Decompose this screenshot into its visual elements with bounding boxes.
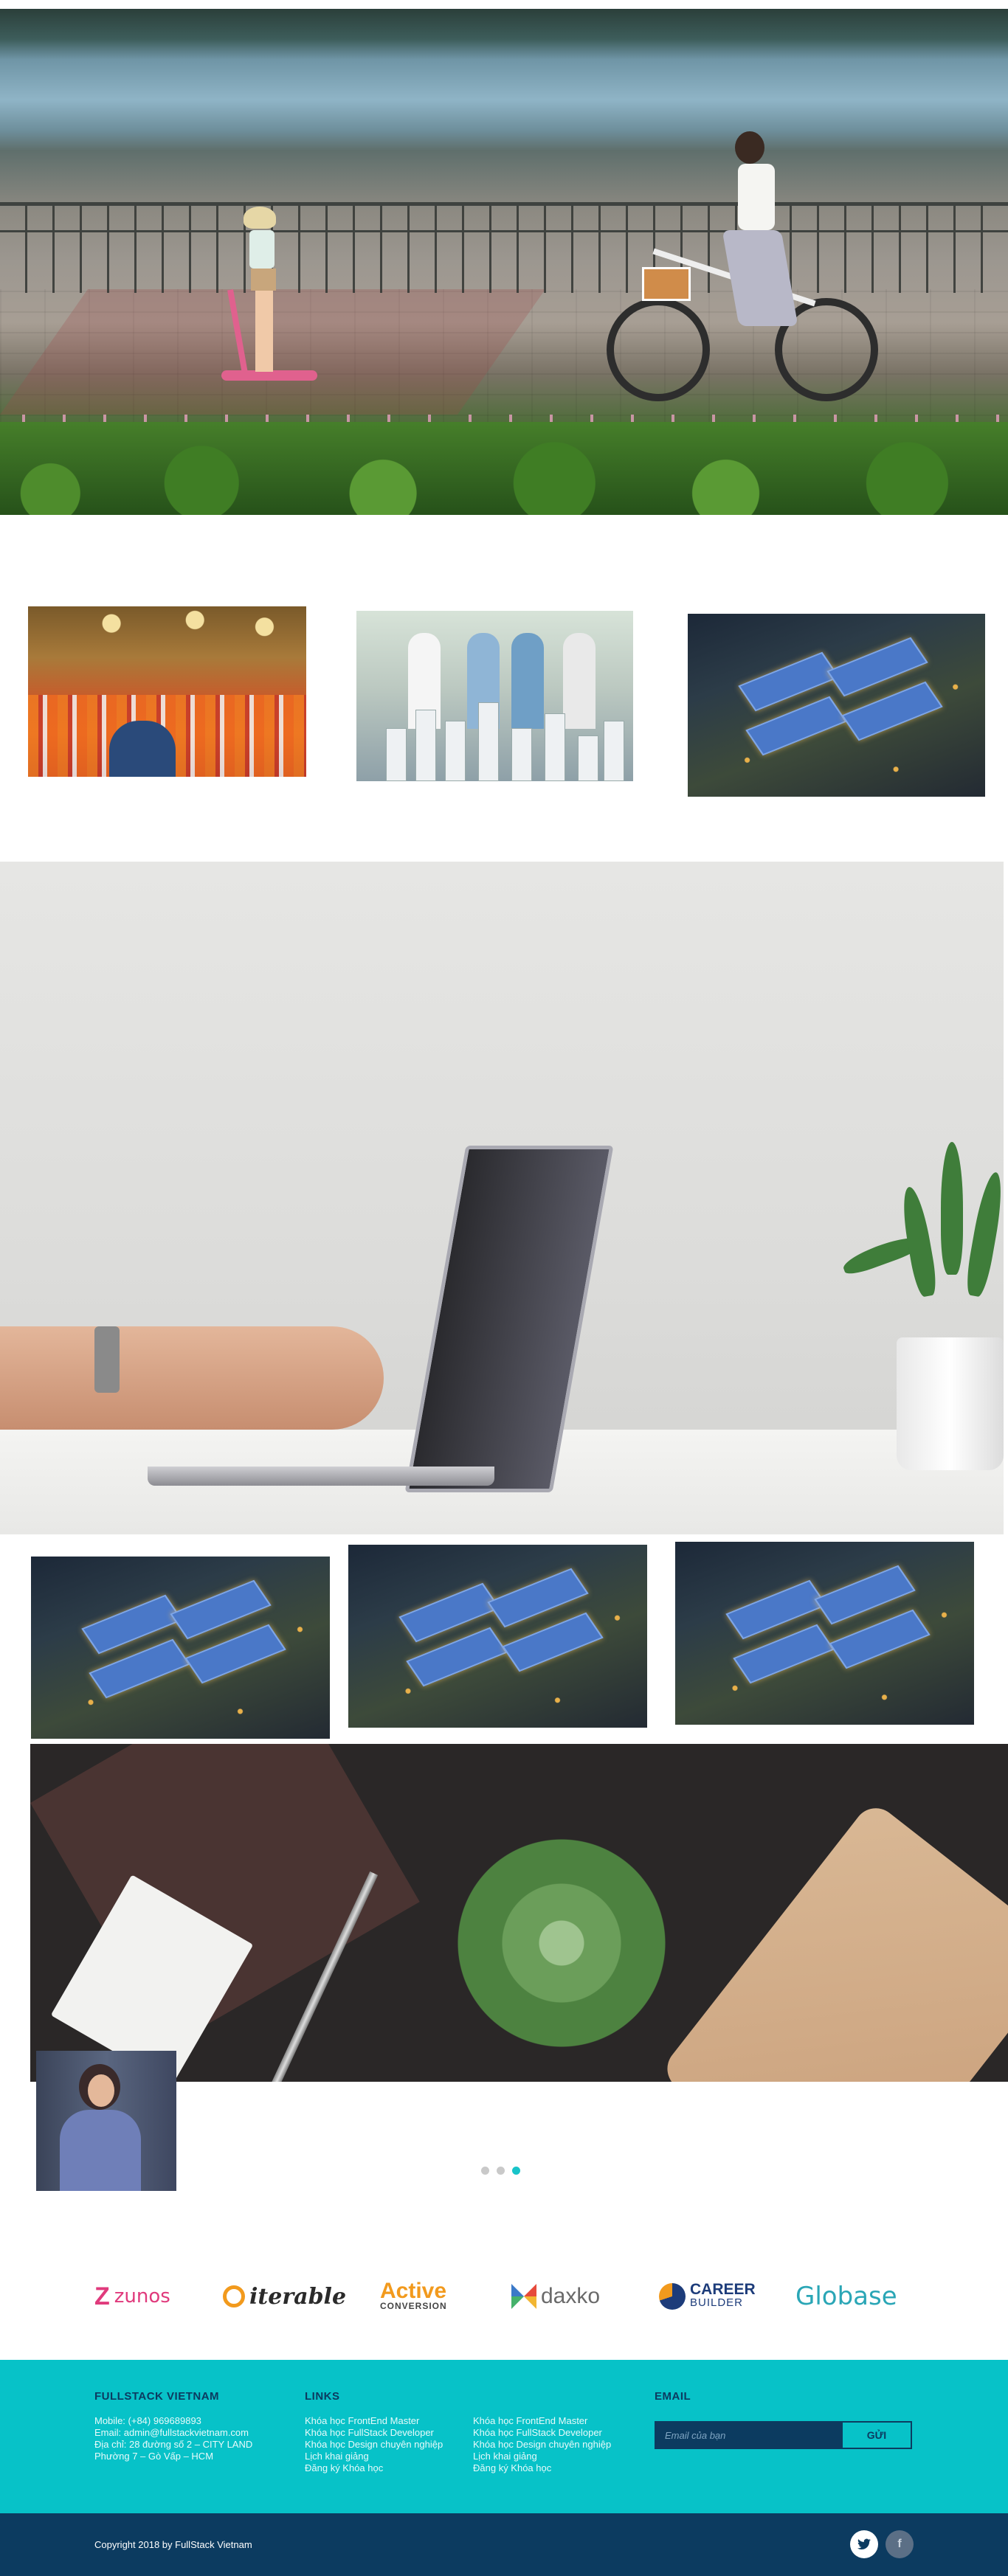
careerbuilder-icon: [659, 2283, 686, 2310]
footer-link[interactable]: Lịch khai giảng: [473, 2451, 611, 2462]
aerial-project-photo: [688, 614, 985, 797]
footer-links-heading: LINKS: [305, 2390, 340, 2403]
model-building: [511, 728, 532, 781]
partner-name: Active: [380, 2279, 447, 2303]
partner-name: Globase: [795, 2282, 897, 2311]
partner-logo-daxko[interactable]: daxko: [511, 2278, 600, 2315]
bicycle-wheel-front: [607, 298, 710, 401]
footer-company-info: Mobile: (+84) 969689893 Email: admin@ful…: [94, 2415, 252, 2462]
model-building: [545, 713, 565, 781]
model-building: [415, 710, 436, 781]
footer-links-col1: Khóa học FrontEnd Master Khóa học FullSt…: [305, 2415, 443, 2474]
railing-rail: [0, 230, 1008, 232]
footer-link[interactable]: Khóa học FrontEnd Master: [473, 2415, 611, 2427]
event-speaker: [109, 721, 176, 777]
twitter-icon[interactable]: [850, 2530, 878, 2558]
plant-pot: [897, 1337, 1004, 1470]
succulent: [451, 1832, 672, 2054]
footer-link[interactable]: Đăng ký Khóa học: [305, 2462, 443, 2474]
footer-link[interactable]: Lịch khai giảng: [305, 2451, 443, 2462]
slider-dot[interactable]: [481, 2167, 489, 2175]
arm: [0, 1326, 384, 1430]
aerial-project-photo: [31, 1557, 330, 1739]
facebook-glyph: f: [897, 2538, 902, 2550]
daxko-icon: [511, 2284, 536, 2309]
railing: [0, 202, 1008, 293]
bicycle-basket: [642, 267, 691, 301]
facebook-icon[interactable]: f: [886, 2530, 914, 2558]
model-building: [578, 735, 598, 781]
footer-link[interactable]: Khóa học Design chuyên nghiệp: [473, 2439, 611, 2451]
footer-link[interactable]: Khóa học FullStack Developer: [305, 2427, 443, 2439]
slider-dot[interactable]: [497, 2167, 505, 2175]
girl-shorts: [251, 269, 276, 291]
copyright-text: Copyright 2018 by FullStack Vietnam: [94, 2539, 252, 2550]
workspace-banner-image: [30, 1744, 1008, 2082]
model-building: [386, 728, 407, 781]
partner-name: iterable: [249, 2283, 347, 2310]
person: [511, 633, 544, 729]
plants: [0, 422, 1008, 515]
woman-head: [735, 131, 764, 164]
careerbuilder-text: CAREER BUILDER: [690, 2281, 756, 2310]
footer-company-heading: FULLSTACK VIETNAM: [94, 2390, 220, 2403]
model-building: [478, 702, 499, 781]
partner-logo-careerbuilder[interactable]: CAREER BUILDER: [659, 2278, 756, 2315]
model-building: [604, 721, 624, 781]
zunos-icon: Z: [94, 2282, 110, 2310]
girl-legs: [255, 291, 273, 372]
partner-logo-globase[interactable]: Globase: [795, 2278, 897, 2315]
avatar-face: [88, 2074, 114, 2107]
partner-logo-zunos[interactable]: Z zunos: [94, 2278, 170, 2315]
twitter-bird-icon: [857, 2538, 871, 2549]
project-model-photo: [356, 611, 633, 781]
slider-dots: [481, 2167, 520, 2175]
footer-address-2: Phường 7 – Gò Vấp – HCM: [94, 2451, 214, 2462]
testimonial-avatar: [36, 2051, 176, 2191]
watch: [94, 1326, 120, 1393]
scooter: [221, 370, 317, 381]
footer-links-col2: Khóa học FrontEnd Master Khóa học FullSt…: [473, 2415, 611, 2474]
laptop-banner-image: [0, 862, 1004, 1534]
girl-hat: [244, 207, 276, 229]
iterable-icon: [223, 2285, 245, 2307]
footer-link[interactable]: Khóa học FrontEnd Master: [305, 2415, 443, 2427]
partner-name: CAREER: [690, 2281, 756, 2298]
partner-name: daxko: [541, 2284, 601, 2308]
partner-sub: BUILDER: [690, 2296, 744, 2309]
partner-logo-iterable[interactable]: iterable: [223, 2278, 346, 2315]
aerial-project-photo: [348, 1545, 647, 1728]
woman-body: [738, 164, 775, 230]
newsletter-form: GỬI: [655, 2421, 912, 2449]
avatar-shirt: [60, 2110, 141, 2191]
slider-dot[interactable]: [512, 2167, 520, 2175]
hero-banner-image: [0, 9, 1008, 515]
footer-link[interactable]: Khóa học Design chuyên nghiệp: [305, 2439, 443, 2451]
newsletter-email-input[interactable]: [656, 2423, 843, 2448]
girl-body: [249, 230, 275, 269]
footer-link[interactable]: Khóa học FullStack Developer: [473, 2427, 611, 2439]
newsletter-submit-button[interactable]: GỬI: [843, 2423, 911, 2448]
tablet: [658, 1799, 1008, 2082]
aerial-project-photo: [675, 1542, 974, 1725]
leaf: [941, 1142, 963, 1275]
footer-link[interactable]: Đăng ký Khóa học: [473, 2462, 611, 2474]
person: [563, 633, 596, 729]
model-building: [445, 721, 466, 781]
event-photo: [28, 606, 306, 777]
footer-address: Địa chỉ: 28 đường số 2 – CITY LAND: [94, 2439, 253, 2450]
partner-logo-active-conversion[interactable]: Active CONVERSION: [380, 2278, 447, 2315]
partner-name: zunos: [114, 2285, 170, 2307]
laptop-base: [148, 1467, 494, 1486]
footer-phone: Mobile: (+84) 969689893: [94, 2415, 201, 2426]
footer-email: Email: admin@fullstackvietnam.com: [94, 2427, 249, 2438]
leaf: [963, 1170, 1004, 1298]
partner-sub: CONVERSION: [380, 2301, 447, 2311]
footer-email-heading: EMAIL: [655, 2390, 691, 2403]
